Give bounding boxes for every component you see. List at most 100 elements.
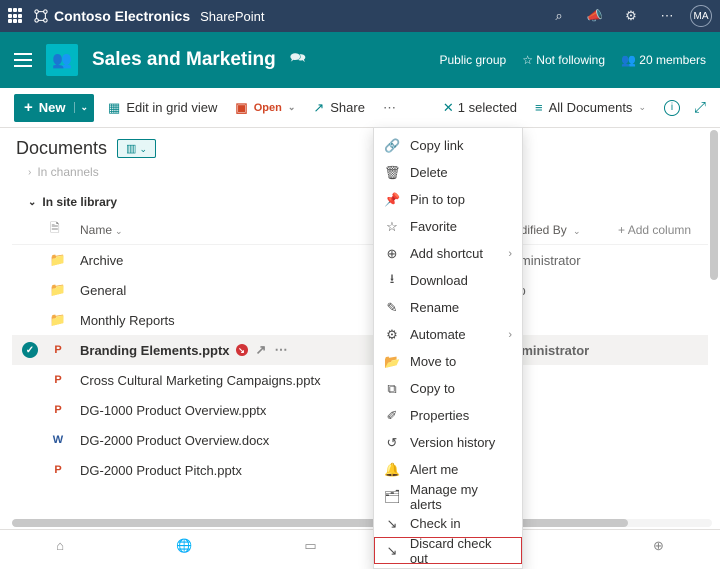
- sort-desc-icon: ⌄: [115, 226, 123, 236]
- menu-item-properties[interactable]: ✐ Properties: [374, 402, 522, 429]
- follow-button[interactable]: ☆ Not following: [522, 53, 605, 67]
- menu-item-check in[interactable]: ↘ Check in: [374, 510, 522, 537]
- menu-item-version history[interactable]: ↺ Version history: [374, 429, 522, 456]
- view-switch[interactable]: ▥ ⌄: [117, 139, 156, 158]
- bottom-tabbar: ⌂ 🌐 ▭ ⊕: [0, 529, 720, 561]
- chevron-down-icon: ⌄: [288, 102, 296, 113]
- file-name[interactable]: Monthly Reports: [80, 313, 175, 328]
- powerpoint-icon: P: [50, 342, 66, 358]
- menu-item-pin to top[interactable]: 📌 Pin to top: [374, 186, 522, 213]
- org-brand[interactable]: Contoso Electronics: [34, 8, 190, 24]
- vertical-scrollbar[interactable]: [710, 130, 718, 280]
- open-button[interactable]: ▣Open ⌄: [231, 100, 299, 116]
- table-row[interactable]: ✓ P Branding Elements.pptx ↘ ↗ ⋯ A few s…: [12, 335, 708, 365]
- file-name[interactable]: Branding Elements.pptx: [80, 343, 230, 358]
- menu-icon: 🗂: [384, 489, 400, 505]
- table-row[interactable]: ✓ P Cross Cultural Marketing Campaigns.p…: [12, 365, 708, 395]
- folder-icon: 📁: [50, 312, 66, 328]
- file-name[interactable]: Archive: [80, 253, 123, 268]
- site-logo[interactable]: 👥: [46, 44, 78, 76]
- table-row[interactable]: ✓ 📁 Monthly Reports ↘ ↗ ⋯ August: [12, 305, 708, 335]
- menu-item-copy link[interactable]: 🔗 Copy link: [374, 132, 522, 159]
- card-icon[interactable]: ▭: [304, 538, 316, 554]
- column-add[interactable]: + Add column: [618, 223, 708, 237]
- file-name[interactable]: General: [80, 283, 126, 298]
- menu-label: Rename: [410, 300, 459, 315]
- globe-icon[interactable]: 🌐: [176, 538, 192, 554]
- teams-icon[interactable]: 🗪: [290, 49, 306, 71]
- powerpoint-icon: P: [50, 462, 66, 478]
- menu-icon: ✎: [384, 300, 400, 316]
- megaphone-icon[interactable]: 📣: [582, 8, 608, 24]
- powerpoint-icon: ▣: [235, 100, 247, 116]
- overflow-button[interactable]: ⋯: [379, 100, 400, 116]
- menu-label: Delete: [410, 165, 448, 180]
- file-type-column-icon[interactable]: 🗎: [50, 219, 76, 240]
- checked-out-icon: ↘: [236, 344, 248, 356]
- menu-label: Check in: [410, 516, 461, 531]
- section-site-library[interactable]: ⌄In site library: [0, 181, 720, 211]
- close-icon[interactable]: ✕: [443, 100, 454, 116]
- table-row[interactable]: ✓ P DG-1000 Product Overview.pptx ↘ ↗ ⋯ …: [12, 395, 708, 425]
- home-icon[interactable]: ⌂: [56, 538, 64, 553]
- menu-icon: ⚙: [384, 327, 400, 343]
- share-icon[interactable]: ↗: [256, 342, 267, 358]
- app-launcher-icon[interactable]: [8, 8, 24, 24]
- nav-toggle-icon[interactable]: [14, 53, 32, 67]
- file-name[interactable]: DG-2000 Product Pitch.pptx: [80, 463, 242, 478]
- menu-label: Copy to: [410, 381, 455, 396]
- file-name[interactable]: DG-1000 Product Overview.pptx: [80, 403, 266, 418]
- powerpoint-icon: P: [50, 372, 66, 388]
- menu-item-move to[interactable]: 📂 Move to: [374, 348, 522, 375]
- menu-icon: ↘: [384, 543, 400, 559]
- details-pane-button[interactable]: i: [664, 100, 680, 116]
- more-icon[interactable]: ⋯: [654, 8, 680, 24]
- share-button[interactable]: ↗Share: [309, 100, 369, 116]
- menu-item-add shortcut[interactable]: ⊕ Add shortcut ›: [374, 240, 522, 267]
- site-header: 👥 Sales and Marketing 🗪 Public group ☆ N…: [0, 32, 720, 88]
- menu-icon: 📂: [384, 354, 400, 370]
- horizontal-scrollbar[interactable]: [12, 519, 712, 527]
- expand-icon[interactable]: ⤢: [694, 99, 706, 116]
- section-channels[interactable]: ›In channels: [0, 163, 720, 181]
- grid-icon: ▦: [108, 100, 120, 116]
- edit-grid-button[interactable]: ▦Edit in grid view: [104, 100, 221, 116]
- app-name[interactable]: SharePoint: [200, 9, 264, 24]
- context-menu: 🔗 Copy link 🗑 Delete 📌 Pin to top ☆ Favo…: [373, 127, 523, 569]
- table-row[interactable]: ✓ 📁 General ↘ ↗ ⋯ August app: [12, 275, 708, 305]
- menu-item-download[interactable]: ⭳ Download: [374, 267, 522, 294]
- chevron-right-icon: ›: [508, 248, 512, 260]
- file-name[interactable]: Cross Cultural Marketing Campaigns.pptx: [80, 373, 321, 388]
- table-row[interactable]: ✓ P DG-2000 Product Pitch.pptx ↘ ↗ ⋯ Aug…: [12, 455, 708, 485]
- menu-icon: ⭳: [384, 270, 400, 292]
- selection-count[interactable]: ✕1 selected: [443, 100, 517, 116]
- group-visibility: Public group: [439, 53, 506, 67]
- avatar[interactable]: MA: [690, 5, 712, 27]
- menu-item-favorite[interactable]: ☆ Favorite: [374, 213, 522, 240]
- menu-item-copy to[interactable]: ⧉ Copy to: [374, 375, 522, 402]
- row-more-icon[interactable]: ⋯: [274, 342, 287, 358]
- menu-item-alert me[interactable]: 🔔 Alert me: [374, 456, 522, 483]
- table-row[interactable]: ✓ W DG-2000 Product Overview.docx ↘ ↗ ⋯ …: [12, 425, 708, 455]
- row-check-icon[interactable]: ✓: [22, 342, 38, 358]
- powerpoint-icon: P: [50, 402, 66, 418]
- view-selector[interactable]: ≡All Documents ⌄: [531, 100, 650, 115]
- new-button[interactable]: + New ⌄: [14, 94, 94, 122]
- menu-item-rename[interactable]: ✎ Rename: [374, 294, 522, 321]
- file-name[interactable]: DG-2000 Product Overview.docx: [80, 433, 269, 448]
- menu-icon: ⊕: [384, 246, 400, 262]
- site-title[interactable]: Sales and Marketing: [92, 49, 276, 71]
- members-link[interactable]: 👥 20 members: [621, 53, 706, 67]
- menu-item-automate[interactable]: ⚙ Automate ›: [374, 321, 522, 348]
- menu-label: Discard check out: [410, 536, 512, 566]
- column-name[interactable]: Name⌄: [80, 223, 410, 237]
- menu-label: Alert me: [410, 462, 458, 477]
- table-row[interactable]: ✓ 📁 Archive ↘ ↗ ⋯ Yesterday Administrato…: [12, 245, 708, 275]
- menu-item-manage my alerts[interactable]: 🗂 Manage my alerts: [374, 483, 522, 510]
- settings-icon[interactable]: ⚙: [618, 8, 644, 24]
- add-icon[interactable]: ⊕: [653, 538, 664, 554]
- menu-icon: 🔔: [384, 462, 400, 478]
- menu-item-discard check out[interactable]: ↘ Discard check out: [374, 537, 522, 564]
- menu-item-delete[interactable]: 🗑 Delete: [374, 159, 522, 186]
- search-icon[interactable]: ⌕: [546, 8, 572, 24]
